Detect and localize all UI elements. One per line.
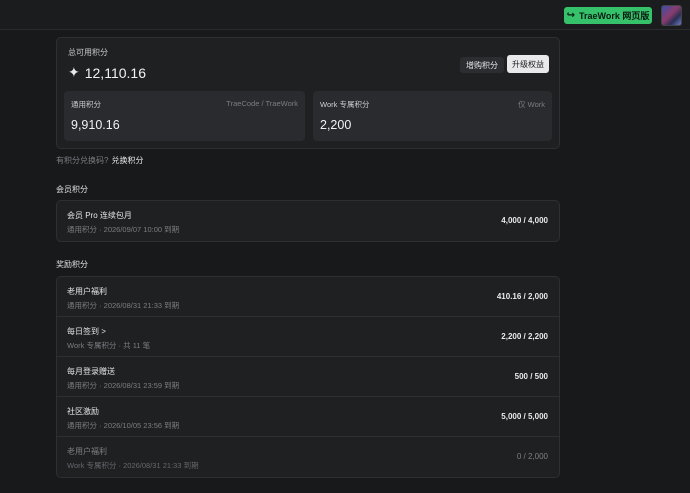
item-amount: 500 / 500 (514, 372, 548, 381)
login-arrow-icon: ↪ (566, 10, 576, 21)
membership-list: 会员 Pro 连续包月 通用积分 · 2026/09/07 10:00 到期 4… (56, 200, 560, 242)
sparkle-icon: ✦ (68, 64, 80, 80)
list-item: 社区激励 通用积分 · 2026/10/05 23:56 到期 5,000 / … (57, 397, 559, 437)
item-name: 老用户福利 (67, 447, 107, 456)
item-meta: Work 专属积分 · 共 11 笔 (67, 341, 151, 350)
work-credits-box: Work 专属积分 仅 Work 2,200 (313, 91, 552, 141)
redeem-link[interactable]: 兑换积分 (111, 156, 143, 165)
item-amount: 4,000 / 4,000 (501, 216, 548, 225)
rewards-list: 老用户福利 通用积分 · 2026/08/31 21:33 到期 410.16 … (56, 276, 560, 478)
item-amount: 5,000 / 5,000 (501, 412, 548, 421)
redeem-prompt: 有积分兑换码? (56, 156, 109, 165)
item-name: 老用户福利 (67, 287, 107, 296)
top-bar: ↪ TraeWork 网页版 (0, 0, 690, 30)
general-credits-tag: TraeCode / TraeWork (226, 99, 298, 108)
item-meta: 通用积分 · 2026/10/05 23:56 到期 (67, 421, 180, 430)
general-credits-label: 通用积分 (71, 100, 101, 109)
item-meta: 通用积分 · 2026/09/07 10:00 到期 (67, 225, 180, 234)
general-credits-box: 通用积分 TraeCode / TraeWork 9,910.16 (64, 91, 305, 141)
total-credits: ✦ 12,110.16 (68, 64, 146, 81)
general-credits-value: 9,910.16 (71, 118, 120, 132)
total-credits-label: 总可用积分 (68, 48, 108, 57)
item-meta: Work 专属积分 · 2026/08/31 21:33 到期 (67, 461, 199, 470)
total-credits-value: 12,110.16 (84, 64, 146, 81)
list-item: 老用户福利 通用积分 · 2026/08/31 21:33 到期 410.16 … (57, 277, 559, 317)
item-name: 每日签到 > (67, 327, 106, 336)
list-item-expired: 老用户福利 Work 专属积分 · 2026/08/31 21:33 到期 0 … (57, 437, 559, 477)
traework-web-button-label: TraeWork 网页版 (579, 11, 650, 21)
item-meta: 通用积分 · 2026/08/31 21:33 到期 (67, 301, 180, 310)
item-amount: 0 / 2,000 (516, 452, 548, 461)
list-item: 会员 Pro 连续包月 通用积分 · 2026/09/07 10:00 到期 4… (57, 201, 559, 241)
item-name: 每月登录赠送 (67, 367, 115, 376)
redeem-line: 有积分兑换码? 兑换积分 (56, 155, 143, 166)
work-credits-value: 2,200 (320, 118, 352, 132)
avatar[interactable] (661, 5, 682, 26)
item-amount: 2,200 / 2,200 (501, 332, 548, 341)
item-name: 会员 Pro 连续包月 (67, 211, 132, 220)
membership-section-title: 会员积分 (56, 185, 88, 194)
item-amount: 410.16 / 2,000 (496, 292, 548, 301)
work-credits-label: Work 专属积分 (320, 100, 370, 109)
buy-credits-button[interactable]: 增购积分 (460, 57, 504, 73)
list-item: 每月登录赠送 通用积分 · 2026/08/31 23:59 到期 500 / … (57, 357, 559, 397)
item-name: 社区激励 (67, 407, 99, 416)
upgrade-button[interactable]: 升级权益 (507, 55, 549, 73)
list-item-daily-checkin[interactable]: 每日签到 > Work 专属积分 · 共 11 笔 2,200 / 2,200 (57, 317, 559, 357)
traework-web-button[interactable]: ↪ TraeWork 网页版 (564, 7, 652, 24)
credits-summary-card: 总可用积分 ✦ 12,110.16 增购积分 升级权益 通用积分 TraeCod… (56, 37, 560, 149)
rewards-section-title: 奖励积分 (56, 260, 88, 269)
work-credits-tag: 仅 Work (518, 100, 545, 109)
item-meta: 通用积分 · 2026/08/31 23:59 到期 (67, 381, 180, 390)
